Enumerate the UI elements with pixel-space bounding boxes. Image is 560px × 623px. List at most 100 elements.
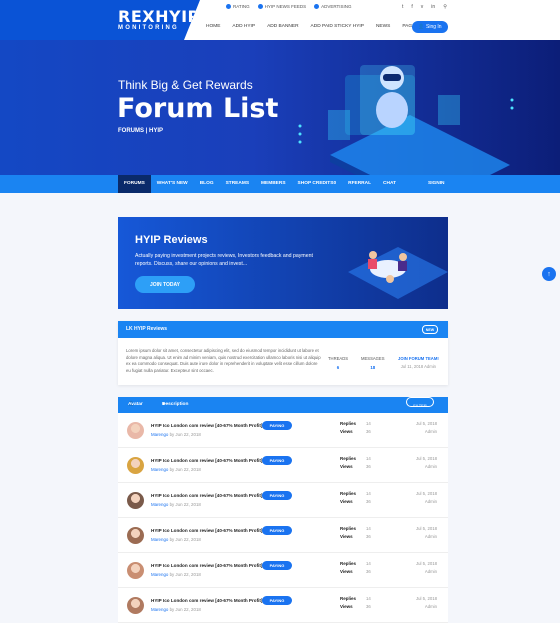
replies-count: 14 [366, 561, 371, 566]
thread-title[interactable]: HYIP Ico London com review [40-67% Month… [151, 493, 262, 498]
status-badge: PAYING [262, 421, 292, 430]
replies-label: Replies [340, 561, 357, 566]
tab-forums[interactable]: FORUMS [118, 175, 151, 193]
replies-label: Replies [340, 526, 357, 531]
facebook-icon[interactable]: f [411, 4, 412, 10]
vk-icon[interactable]: v [421, 4, 424, 10]
status-badge: PAYING [262, 491, 292, 500]
thread-meta: Marengo by Jun 22, 2018 [151, 467, 201, 472]
last-post-user[interactable]: Admin [416, 603, 437, 611]
promo-heading: HYIP Reviews [135, 234, 208, 246]
forum-card-title[interactable]: LK HYIP Reviews [126, 326, 167, 332]
nav-add-banner[interactable]: ADD BANNER [267, 24, 298, 29]
stat-values: 14 36 [366, 595, 371, 611]
forum-card-header: LK HYIP Reviews NEW [118, 321, 448, 338]
join-today-button[interactable]: JOIN TODAY [135, 276, 195, 293]
thread-title[interactable]: HYIP Ico London com review [40-67% Month… [151, 528, 262, 533]
latest-post: JOIN FORUM TEAM! Jul 11, 2018 Admin [398, 356, 439, 369]
thread-author[interactable]: Marengo [151, 572, 168, 577]
tab-blog[interactable]: BLOG [194, 175, 220, 193]
toplink-rating[interactable]: RATING [226, 4, 250, 9]
nav-home[interactable]: HOME [206, 24, 220, 29]
nav-add-paid-sticky[interactable]: ADD PAID STICKY HYIP [311, 24, 364, 29]
thread-author[interactable]: Marengo [151, 432, 168, 437]
table-row[interactable]: HYIP Ico London com review [40-67% Month… [118, 413, 448, 448]
table-row[interactable]: HYIP Ico London com review [40-67% Month… [118, 588, 448, 623]
latest-post-title[interactable]: JOIN FORUM TEAM! [398, 356, 439, 361]
last-post-user[interactable]: Admin [416, 498, 437, 506]
last-post-user[interactable]: Admin [416, 463, 437, 471]
last-post-user[interactable]: Admin [416, 533, 437, 541]
stat-values: 14 36 [366, 420, 371, 436]
new-badge: NEW [422, 325, 438, 334]
toplink-advertising[interactable]: ADVERTISING [314, 4, 352, 9]
scroll-top-button[interactable]: ↑ [542, 267, 556, 281]
avatar[interactable] [127, 457, 144, 474]
thread-title[interactable]: HYIP Ico London com review [40-67% Month… [151, 423, 262, 428]
avatar[interactable] [127, 422, 144, 439]
stat-labels: Replies Views [340, 455, 356, 471]
thread-author[interactable]: Marengo [151, 467, 168, 472]
avatar[interactable] [127, 562, 144, 579]
tab-streams[interactable]: STREAMS [220, 175, 255, 193]
col-avatar-label: Avatar [128, 402, 143, 407]
last-post: Jul 5, 2018 Admin [416, 490, 437, 506]
tab-whats-new[interactable]: WHAT'S NEW [151, 175, 194, 193]
views-count: 36 [366, 499, 371, 504]
views-label: Views [340, 534, 353, 539]
nav-news[interactable]: NEWS [376, 24, 390, 29]
logo[interactable]: REXHYIP MONITORING [0, 0, 200, 40]
arrow-up-icon: ↑ [547, 270, 551, 278]
star-icon [226, 4, 231, 9]
stat-values: 14 36 [366, 490, 371, 506]
latest-post-meta: Jul 11, 2018 Admin [400, 364, 437, 369]
avatar[interactable] [127, 527, 144, 544]
toplink-news[interactable]: HYIP NEWS FEEDS [257, 4, 307, 9]
tab-members[interactable]: MEMBERS [255, 175, 292, 193]
breadcrumb[interactable]: FORUMS | HYIP [118, 128, 163, 134]
thread-author[interactable]: Marengo [151, 502, 168, 507]
thread-title[interactable]: HYIP Ico London com review [40-67% Month… [151, 598, 262, 603]
tab-referral[interactable]: RFERRAL [342, 175, 377, 193]
table-row[interactable]: HYIP Ico London com review [40-67% Month… [118, 553, 448, 588]
search-icon[interactable]: ⚲ [443, 4, 447, 10]
subnav-signin[interactable]: SIGNIN [428, 175, 445, 193]
thread-date: by Jun 22, 2018 [169, 607, 201, 612]
toplink-label: ADVERTISING [321, 4, 352, 9]
filter-button[interactable]: FILTER [406, 397, 434, 408]
last-post: Jul 5, 2018 Admin [416, 455, 437, 471]
replies-count: 14 [366, 526, 371, 531]
views-count: 36 [366, 569, 371, 574]
thread-title[interactable]: HYIP Ico London com review [40-67% Month… [151, 563, 262, 568]
twitter-icon[interactable]: t [402, 4, 403, 10]
tab-chat[interactable]: CHAT [377, 175, 402, 193]
table-row[interactable]: HYIP Ico London com review [40-67% Month… [118, 518, 448, 553]
last-post-date: Jul 5, 2018 [416, 421, 438, 426]
avatar[interactable] [127, 492, 144, 509]
status-badge: PAYING [262, 596, 292, 605]
thread-title[interactable]: HYIP Ico London com review [40-67% Month… [151, 458, 262, 463]
thread-date: by Jun 22, 2018 [169, 502, 201, 507]
messages-count: 18 [370, 365, 376, 370]
linkedin-icon[interactable]: in [431, 4, 435, 10]
last-post-user[interactable]: Admin [416, 428, 437, 436]
thread-author[interactable]: Marengo [151, 537, 168, 542]
last-post-user[interactable]: Admin [416, 568, 437, 576]
nav-add-hyip[interactable]: ADD HYIP [232, 24, 255, 29]
table-row[interactable]: HYIP Ico London com review [40-67% Month… [118, 483, 448, 518]
last-post-date: Jul 5, 2018 [416, 491, 438, 496]
thread-meta: Marengo by Jun 22, 2018 [151, 432, 201, 437]
hero-illustration [298, 65, 514, 175]
thread-author[interactable]: Marengo [151, 607, 168, 612]
sign-in-button[interactable]: 👤 Sing In [412, 21, 448, 33]
table-row[interactable]: HYIP Ico London com review [40-67% Month… [118, 448, 448, 483]
thread-meta: Marengo by Jun 22, 2018 [151, 537, 201, 542]
views-count: 36 [366, 604, 371, 609]
thread-meta: Marengo by Jun 22, 2018 [151, 572, 201, 577]
brand-tagline: MONITORING [118, 25, 179, 31]
replies-count: 14 [366, 491, 371, 496]
table-header: 👤 Avatar ● Description FILTER [118, 397, 448, 413]
toplink-label: HYIP NEWS FEEDS [264, 4, 307, 9]
messages-stat: MESSAGES 18 [361, 356, 385, 370]
tab-shop-credits[interactable]: SHOP CREDITS0 [292, 175, 343, 193]
